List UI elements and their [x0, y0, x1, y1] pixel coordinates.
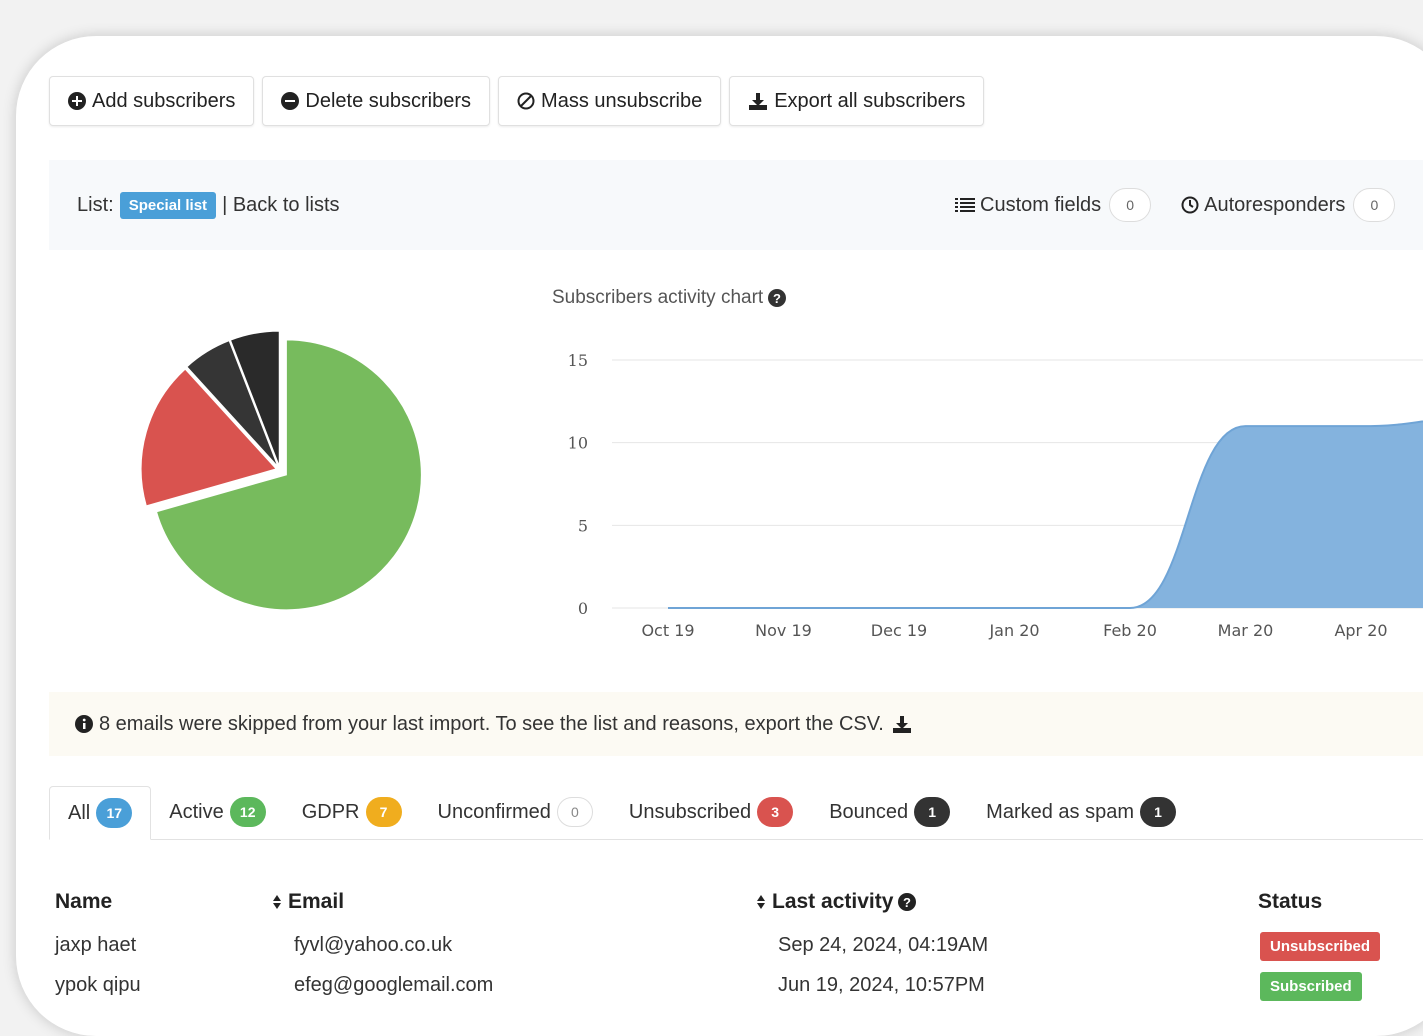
sort-icon: [757, 895, 765, 909]
column-header-status-label: Status: [1258, 890, 1323, 913]
tab-label: Bounced: [829, 800, 909, 823]
column-header-email-label: Email: [288, 890, 345, 913]
row-email[interactable]: efeg@googlemail.com: [294, 974, 493, 997]
column-header-email[interactable]: Email: [272, 890, 344, 914]
tab-label: Marked as spam: [986, 800, 1134, 823]
x-tick-label: Feb 20: [1103, 621, 1157, 640]
help-icon[interactable]: ?: [898, 893, 917, 911]
add-subscribers-button[interactable]: Add subscribers: [49, 76, 255, 126]
custom-fields-count: 0: [1109, 188, 1152, 222]
tab-count-badge: 1: [1140, 797, 1176, 827]
tab-label: Active: [169, 800, 224, 823]
x-tick-label: Apr 20: [1334, 621, 1387, 640]
tab-gdpr[interactable]: GDPR 7: [284, 785, 420, 839]
delete-subscribers-label: Delete subscribers: [305, 89, 472, 112]
subscriber-tabs: All 17 Active 12 GDPR 7 Unconfirmed 0 Un…: [49, 786, 1423, 840]
autoresponders-link[interactable]: Autoresponders 0: [1181, 188, 1396, 222]
activity-area: [668, 421, 1423, 608]
activity-chart-title: Subscribers activity chart ?: [552, 287, 787, 309]
tab-bounced[interactable]: Bounced 1: [811, 785, 968, 839]
svg-text:?: ?: [903, 895, 911, 910]
svg-text:?: ?: [773, 291, 781, 306]
download-icon[interactable]: [892, 715, 912, 733]
row-last-activity: Sep 24, 2024, 04:19AM: [778, 934, 989, 956]
clock-icon: [1181, 196, 1199, 214]
subscribers-activity-chart: 0 5 10 15 Oct 19 Nov 19 Dec 19 Jan 20 Feb 20 Mar …: [568, 351, 1423, 640]
tab-unconfirmed[interactable]: Unconfirmed 0: [420, 785, 611, 839]
download-icon: [749, 93, 768, 110]
y-tick-label: 5: [578, 516, 588, 535]
column-header-name[interactable]: Name: [55, 890, 112, 914]
custom-fields-label: Custom fields: [980, 193, 1102, 216]
add-subscribers-label: Add subscribers: [92, 89, 236, 112]
tab-count-badge: 12: [229, 797, 266, 827]
autoresponders-count: 0: [1353, 188, 1396, 222]
status-badge: Subscribed: [1260, 972, 1362, 1001]
tab-active[interactable]: Active 12: [151, 785, 283, 839]
help-icon[interactable]: ?: [768, 289, 787, 307]
x-tick-label: Dec 19: [871, 621, 927, 640]
tab-all[interactable]: All 17: [49, 786, 152, 840]
tab-count-badge: 3: [757, 797, 794, 827]
ban-icon: [517, 92, 535, 110]
plus-circle-icon: [68, 92, 86, 110]
list-info: List: Special list | Back to lists: [77, 192, 340, 219]
export-all-subscribers-label: Export all subscribers: [774, 89, 966, 112]
import-alert-text: 8 emails were skipped from your last imp…: [99, 712, 884, 735]
tab-label: All: [68, 801, 91, 824]
export-all-subscribers-button[interactable]: Export all subscribers: [729, 76, 985, 126]
sort-icon: [273, 895, 281, 909]
tab-label: Unsubscribed: [628, 800, 752, 823]
row-email[interactable]: fyvl@yahoo.co.uk: [294, 934, 452, 957]
x-tick-label: Jan 20: [988, 621, 1039, 640]
tab-label: Unconfirmed: [437, 800, 551, 823]
minus-circle-icon: [281, 92, 300, 110]
list-nav: Custom fields 0 Autoresponders 0: [955, 188, 1423, 222]
column-header-name-label: Name: [55, 890, 113, 913]
x-tick-label: Nov 19: [755, 621, 812, 640]
info-icon: [75, 715, 93, 733]
list-icon: [955, 198, 975, 212]
y-tick-label: 0: [578, 599, 588, 618]
row-name[interactable]: ypok qipu: [55, 974, 141, 997]
status-badge: Unsubscribed: [1260, 932, 1381, 961]
tab-unsubscribed[interactable]: Unsubscribed 3: [611, 785, 811, 839]
tab-count-badge: 17: [96, 798, 133, 828]
list-prefix: List:: [77, 194, 114, 216]
row-name[interactable]: jaxp haet: [55, 934, 136, 957]
toolbar: Add subscribers Delete subscribers Mass …: [49, 76, 992, 126]
autoresponders-label: Autoresponders: [1204, 193, 1346, 216]
tab-label: GDPR: [301, 800, 360, 823]
row-last-activity: Jun 19, 2024, 10:57PM: [778, 974, 985, 996]
y-tick-label: 10: [568, 434, 588, 453]
list-bar: List: Special list | Back to lists Custo…: [49, 160, 1423, 250]
back-to-lists-link[interactable]: | Back to lists: [222, 194, 339, 217]
column-header-last-activity[interactable]: Last activity ?: [756, 890, 922, 914]
tab-count-badge: 1: [914, 797, 951, 827]
tab-count-badge: 7: [365, 797, 402, 827]
import-alert: 8 emails were skipped from your last imp…: [49, 692, 1423, 756]
tab-count-badge: 0: [556, 797, 593, 827]
mass-unsubscribe-button[interactable]: Mass unsubscribe: [498, 76, 722, 126]
x-tick-label: Mar 20: [1218, 621, 1274, 640]
delete-subscribers-button[interactable]: Delete subscribers: [262, 76, 491, 126]
y-tick-label: 15: [568, 351, 588, 370]
column-header-last-activity-label: Last activity: [772, 890, 894, 913]
column-header-status: Status: [1258, 890, 1322, 914]
custom-fields-link[interactable]: Custom fields 0: [955, 188, 1152, 222]
tab-marked-as-spam[interactable]: Marked as spam 1: [968, 785, 1194, 839]
x-tick-label: Oct 19: [641, 621, 694, 640]
activity-chart-title-text: Subscribers activity chart: [552, 287, 764, 308]
list-name-badge[interactable]: Special list: [119, 192, 217, 219]
mass-unsubscribe-label: Mass unsubscribe: [541, 89, 703, 112]
subscribers-pie-chart: [140, 330, 422, 611]
